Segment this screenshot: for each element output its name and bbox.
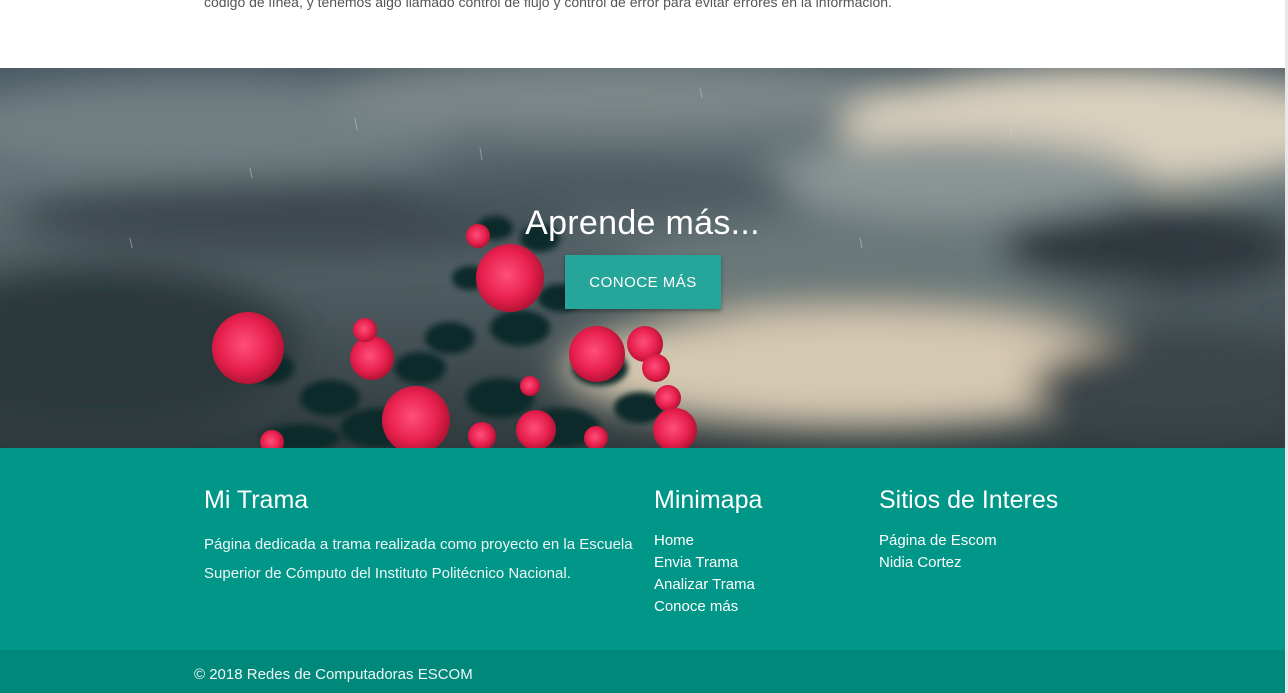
hero-parallax: Aprende más... CONOCE MÁS (0, 68, 1285, 448)
site-link-nidia-cortez[interactable]: Nidia Cortez (879, 554, 962, 571)
footer-about: Mi Trama Página dedicada a trama realiza… (204, 484, 634, 588)
learn-more-button[interactable]: CONOCE MÁS (565, 255, 721, 309)
list-item: Página de Escom (879, 530, 1139, 552)
copyright-text: © 2018 Redes de Computadoras ESCOM (194, 666, 473, 683)
minimap-link-home[interactable]: Home (654, 532, 694, 549)
footer-sites-title: Sitios de Interes (879, 486, 1059, 514)
footer-sites: Sitios de Interes Página de Escom Nidia … (879, 484, 1139, 574)
list-item: Conoce más (654, 596, 864, 618)
list-item: Envia Trama (654, 552, 864, 574)
footer-minimap-list: Home Envia Trama Analizar Trama Conoce m… (654, 530, 864, 618)
minimap-link-envia-trama[interactable]: Envia Trama (654, 554, 738, 571)
minimap-link-analizar-trama[interactable]: Analizar Trama (654, 576, 755, 593)
list-item: Analizar Trama (654, 574, 864, 596)
footer-about-title: Mi Trama (204, 486, 309, 514)
minimap-link-conoce-mas[interactable]: Conoce más (654, 598, 738, 615)
footer-sites-list: Página de Escom Nidia Cortez (879, 530, 1139, 574)
copyright-bar: © 2018 Redes de Computadoras ESCOM (0, 650, 1285, 693)
intro-text: código de línea, y tenemos algo llamado … (204, 0, 892, 10)
list-item: Home (654, 530, 864, 552)
list-item: Nidia Cortez (879, 552, 1139, 574)
footer-minimap-title: Minimapa (654, 486, 763, 514)
hero-title: Aprende más... (525, 204, 760, 242)
site-link-escom[interactable]: Página de Escom (879, 532, 997, 549)
intro-section: código de línea, y tenemos algo llamado … (0, 0, 1285, 68)
footer-minimap: Minimapa Home Envia Trama Analizar Trama… (654, 484, 864, 618)
page: código de línea, y tenemos algo llamado … (0, 0, 1288, 693)
footer-about-description: Página dedicada a trama realizada como p… (204, 536, 633, 582)
page-footer: Mi Trama Página dedicada a trama realiza… (0, 448, 1285, 650)
